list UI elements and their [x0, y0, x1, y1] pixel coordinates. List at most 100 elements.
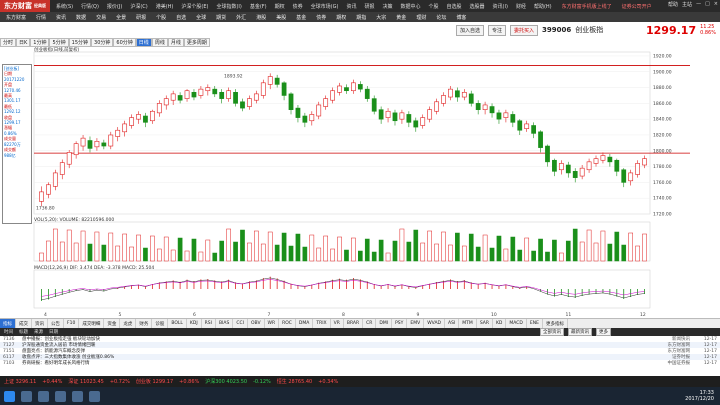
indicator-tab[interactable]: BIAS — [216, 319, 234, 328]
indicator-tab[interactable]: BRAR — [344, 319, 364, 328]
menu-item[interactable]: 数据中心 — [400, 3, 420, 10]
indicator-tab[interactable]: PSY — [392, 319, 408, 328]
quick-item[interactable]: 博客 — [456, 14, 466, 21]
menu-item[interactable]: 债券 — [293, 3, 303, 10]
menu-item[interactable]: 港美(H) — [156, 3, 174, 10]
menu-item[interactable]: 期权 — [275, 3, 285, 10]
quick-item[interactable]: 基金 — [296, 14, 306, 21]
indicator-tab[interactable]: 资讯 — [32, 319, 48, 328]
indicator-tab[interactable]: 诊股 — [152, 319, 169, 328]
quick-item[interactable]: 债券 — [316, 14, 326, 21]
indicator-tab[interactable]: DMI — [376, 319, 393, 328]
menu-item[interactable]: 全球市场(G) — [311, 3, 339, 10]
news-button[interactable]: 最新资讯 — [568, 328, 592, 336]
quick-item[interactable]: 个股 — [156, 14, 166, 21]
quick-item[interactable]: 交易 — [96, 14, 106, 21]
indicator-tab[interactable]: CR — [363, 319, 377, 328]
add-watchlist-button[interactable]: 加入自选 — [456, 24, 485, 36]
indicator-tab[interactable]: CCI — [233, 319, 248, 328]
menu-item[interactable]: 资讯(I) — [493, 3, 508, 10]
start-icon[interactable] — [4, 390, 15, 402]
indicator-tab[interactable]: KDJ — [187, 319, 202, 328]
indicator-tab[interactable]: 更多指标 — [543, 319, 568, 328]
quick-item[interactable]: 自选 — [176, 14, 186, 21]
indicator-tab[interactable]: OBV — [248, 319, 265, 328]
menu-item[interactable]: 帮助(H) — [534, 3, 552, 10]
indicator-tab[interactable]: DMA — [296, 319, 314, 328]
buy-button[interactable]: 委托买入 — [510, 24, 539, 36]
app-icon[interactable] — [55, 390, 66, 402]
media-icon[interactable] — [89, 390, 100, 402]
indicator-tab[interactable]: F10 — [64, 319, 80, 328]
indicator-tab[interactable]: 资金 — [104, 319, 121, 328]
quick-item[interactable]: 期货 — [216, 14, 226, 21]
news-button[interactable]: 更多 — [596, 328, 611, 336]
folder-icon[interactable] — [38, 390, 49, 402]
quick-item[interactable]: 期指 — [356, 14, 366, 21]
indicator-tab[interactable]: TRIX — [313, 319, 331, 328]
menu-item[interactable]: 基金(F) — [250, 3, 267, 10]
indicator-tab[interactable]: 成交明细 — [79, 319, 105, 328]
quick-item[interactable]: 全球 — [196, 14, 206, 21]
ad-link-2[interactable]: 证券公司开户 — [622, 3, 652, 10]
menu-item[interactable]: 沪深个股(E) — [181, 3, 208, 10]
news-button[interactable]: 全部资讯 — [540, 328, 564, 336]
indicator-tab[interactable]: 公告 — [48, 319, 64, 328]
indicator-tab[interactable]: ROC — [279, 319, 296, 328]
indicator-tab[interactable]: 指标 — [0, 319, 16, 328]
indicator-tab[interactable]: MTM — [459, 319, 477, 328]
ad-link[interactable]: 东方财富手机版上线了 — [562, 3, 612, 10]
quick-item[interactable]: 理财 — [416, 14, 426, 21]
quick-item[interactable]: 大宗 — [376, 14, 386, 21]
quick-item[interactable]: 论坛 — [436, 14, 446, 21]
quick-item[interactable]: 港股 — [256, 14, 266, 21]
indicator-tab[interactable]: 龙虎 — [120, 319, 137, 328]
quick-item[interactable]: 期权 — [336, 14, 346, 21]
quick-item[interactable]: 美股 — [276, 14, 286, 21]
quick-item[interactable]: 数据 — [76, 14, 86, 21]
menu-item[interactable]: 资讯 — [346, 3, 356, 10]
menu-item[interactable]: 财经 — [516, 3, 526, 10]
indicator-tab[interactable]: MACD — [506, 319, 527, 328]
menu-item[interactable]: 选股器 — [470, 3, 485, 10]
menu-item[interactable]: 报价(J) — [107, 3, 122, 10]
window-control[interactable]: × — [714, 1, 718, 8]
indicator-tab[interactable]: ENE — [527, 319, 543, 328]
menu-item[interactable]: 沪深(C) — [130, 3, 147, 10]
kline-chart[interactable]: 1920.00 1900.00 1880.00 1860.00 1840.00 1820.… — [0, 46, 720, 318]
indicator-tab[interactable]: VR — [331, 319, 344, 328]
quick-item[interactable]: 研报 — [136, 14, 146, 21]
menu-item[interactable]: 自选股 — [447, 3, 462, 10]
indicator-tab[interactable]: ASI — [445, 319, 460, 328]
indicator-tab[interactable]: EMV — [407, 319, 425, 328]
indicator-tab[interactable]: 成交 — [16, 319, 32, 328]
indicator-tab[interactable]: KD — [493, 319, 507, 328]
menu-item[interactable]: 个股 — [429, 3, 439, 10]
menu-item[interactable]: 决策 — [382, 3, 392, 10]
indicator-tab[interactable]: BOLL — [168, 319, 187, 328]
indicator-tab[interactable]: RSI — [202, 319, 216, 328]
window-control[interactable]: — — [696, 1, 701, 8]
quick-item[interactable]: 资讯 — [56, 14, 66, 21]
indicator-tab[interactable]: WR — [265, 319, 280, 328]
quick-item[interactable]: 黄金 — [396, 14, 406, 21]
menu-item[interactable]: 研报 — [364, 3, 374, 10]
menu-item[interactable]: 全球指数(I) — [216, 3, 241, 10]
indicator-tab[interactable]: SAR — [477, 319, 493, 328]
window-control[interactable]: 主站 — [682, 1, 692, 8]
news-title[interactable]: 券商研报：看好明年成长风格行情 — [22, 360, 610, 366]
watch-button[interactable]: 专注 — [488, 24, 507, 36]
menu-item[interactable]: 行情(Q) — [81, 3, 99, 10]
indicator-tab[interactable]: 财务 — [136, 319, 153, 328]
window-control[interactable]: □ — [705, 1, 710, 8]
chat-icon[interactable] — [72, 390, 83, 402]
news-row[interactable]: 7103 券商研报：看好明年成长风格行情 中国证券报 12-17 — [0, 360, 720, 367]
indicator-tab[interactable]: WVAD — [424, 319, 446, 328]
menu-item[interactable]: 系统(S) — [56, 3, 73, 10]
window-control[interactable]: 帮助 — [668, 1, 678, 8]
quick-item[interactable]: 全景 — [116, 14, 126, 21]
browser-icon[interactable] — [21, 390, 32, 402]
quick-item[interactable]: 外汇 — [236, 14, 246, 21]
quick-item[interactable]: 行情 — [36, 14, 46, 21]
quick-item[interactable]: 东方财富 — [6, 14, 26, 21]
